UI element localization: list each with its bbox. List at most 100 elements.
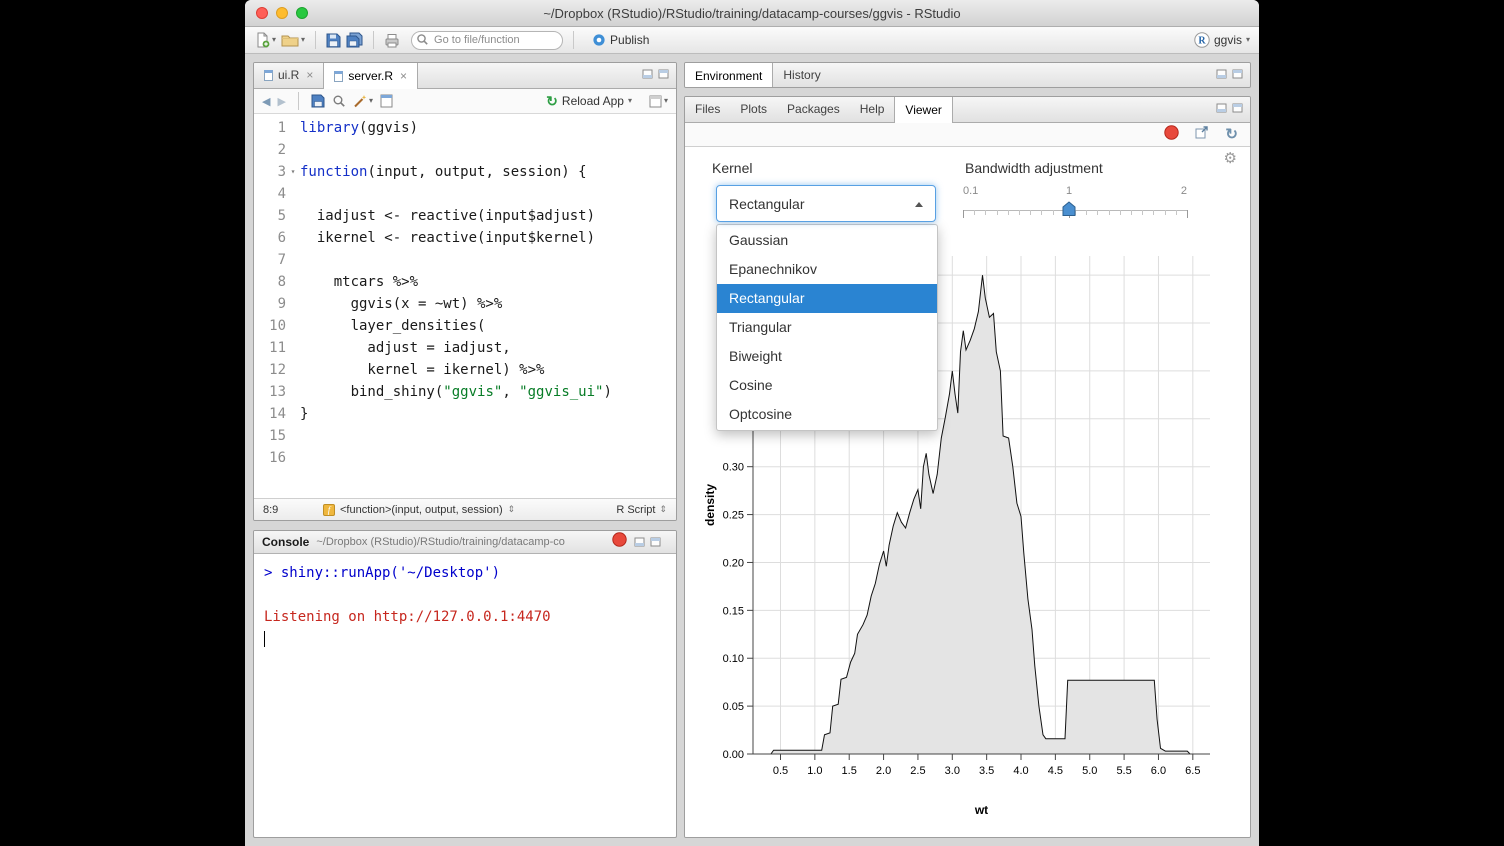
code-line[interactable]: 2: [254, 139, 676, 161]
tab-server.r[interactable]: server.R×: [323, 63, 418, 89]
rstudio-window: ~/Dropbox (RStudio)/RStudio/training/dat…: [245, 0, 1259, 846]
slider-max-label: 2: [1181, 185, 1187, 197]
gear-icon[interactable]: ⚙: [1224, 149, 1237, 167]
code-line[interactable]: 12 kernel = ikernel) %>%: [254, 359, 676, 381]
traffic-lights: [256, 7, 308, 19]
save-all-button[interactable]: [346, 32, 363, 48]
option-triangular[interactable]: Triangular: [717, 313, 937, 342]
code-line[interactable]: 4: [254, 183, 676, 205]
minimize-pane-icon[interactable]: [642, 69, 653, 79]
maximize-pane-icon[interactable]: [650, 537, 661, 547]
tab-files[interactable]: Files: [685, 97, 730, 122]
function-icon: f: [323, 504, 335, 516]
viewer-pane: FilesPlotsPackagesHelpViewer ↻ ⚙ Kernel …: [684, 96, 1251, 838]
code-line[interactable]: 3▾function(input, output, session) {: [254, 161, 676, 183]
option-epanechnikov[interactable]: Epanechnikov: [717, 255, 937, 284]
refresh-icon[interactable]: ↻: [1225, 127, 1238, 142]
chevron-down-icon[interactable]: ▾: [628, 97, 632, 105]
chevron-down-icon: ▾: [664, 97, 668, 105]
search-icon: [332, 94, 346, 108]
tab-help[interactable]: Help: [850, 97, 895, 122]
project-name: ggvis: [1214, 33, 1242, 47]
code-line[interactable]: 16: [254, 447, 676, 469]
option-cosine[interactable]: Cosine: [717, 371, 937, 400]
file-type-selector[interactable]: R Script ⇕: [616, 504, 667, 516]
zoom-window-button[interactable]: [296, 7, 308, 19]
code-tools-button[interactable]: ▾: [353, 94, 373, 108]
publish-button[interactable]: Publish: [592, 33, 649, 47]
code-editor[interactable]: 1library(ggvis)23▾function(input, output…: [254, 114, 676, 498]
kernel-select[interactable]: Rectangular: [716, 185, 936, 222]
fold-gutter: [286, 315, 300, 337]
console-output[interactable]: > shiny::runApp('~/Desktop')Listening on…: [254, 554, 676, 653]
maximize-pane-icon[interactable]: [1232, 69, 1243, 79]
chevron-down-icon[interactable]: ▾: [272, 36, 276, 44]
code-line[interactable]: 10 layer_densities(: [254, 315, 676, 337]
code-line[interactable]: 14}: [254, 403, 676, 425]
console-pane-controls: [634, 537, 668, 547]
tab-plots[interactable]: Plots: [730, 97, 777, 122]
tab-environment[interactable]: Environment: [685, 63, 773, 88]
interrupt-button[interactable]: [612, 532, 627, 552]
source-tabs: ui.R×server.R×: [254, 63, 418, 88]
forward-icon[interactable]: ▶: [277, 95, 285, 108]
code-line[interactable]: 11 adjust = iadjust,: [254, 337, 676, 359]
code-line[interactable]: 9 ggvis(x = ~wt) %>%: [254, 293, 676, 315]
minimize-pane-icon[interactable]: [1216, 103, 1227, 113]
open-in-new-window-button[interactable]: [1195, 126, 1209, 144]
back-icon[interactable]: ◀: [262, 95, 270, 108]
close-tab-icon[interactable]: ×: [400, 64, 407, 89]
find-replace-button[interactable]: [332, 94, 346, 108]
new-file-button[interactable]: ▾: [254, 32, 276, 48]
goto-file-input[interactable]: [411, 31, 563, 50]
project-menu[interactable]: R ggvis ▾: [1194, 32, 1250, 48]
source-menu-button[interactable]: ▾: [649, 95, 668, 108]
minimize-window-button[interactable]: [276, 7, 288, 19]
minimize-pane-icon[interactable]: [1216, 69, 1227, 79]
chevron-down-icon: ▾: [1246, 36, 1250, 44]
stop-app-button[interactable]: [1164, 125, 1179, 145]
chevron-down-icon[interactable]: ▾: [301, 36, 305, 44]
tab-history[interactable]: History: [773, 63, 830, 88]
option-biweight[interactable]: Biweight: [717, 342, 937, 371]
maximize-pane-icon[interactable]: [1232, 103, 1243, 113]
scope-selector[interactable]: f <function>(input, output, session) ⇕: [323, 504, 515, 516]
code-line[interactable]: 7: [254, 249, 676, 271]
tab-packages[interactable]: Packages: [777, 97, 850, 122]
code-line[interactable]: 5 iadjust <- reactive(input$adjust): [254, 205, 676, 227]
minimize-pane-icon[interactable]: [634, 537, 645, 547]
option-rectangular[interactable]: Rectangular: [717, 284, 937, 313]
kernel-label: Kernel: [712, 160, 752, 176]
save-icon[interactable]: [311, 94, 325, 108]
code-line[interactable]: 13 bind_shiny("ggvis", "ggvis_ui"): [254, 381, 676, 403]
code-line[interactable]: 8 mtcars %>%: [254, 271, 676, 293]
bandwidth-slider[interactable]: 0.1 1 2: [963, 183, 1187, 227]
maximize-pane-icon[interactable]: [658, 69, 669, 79]
svg-text:4.0: 4.0: [1013, 765, 1028, 777]
close-window-button[interactable]: [256, 7, 268, 19]
reload-app-button[interactable]: ↻ Reload App ▾: [546, 94, 632, 108]
option-optcosine[interactable]: Optcosine: [717, 400, 937, 429]
compile-report-button[interactable]: [380, 94, 393, 108]
close-tab-icon[interactable]: ×: [306, 63, 313, 88]
main-toolbar: ▾ ▾ Publish R ggvis ▾: [245, 27, 1259, 54]
scope-label: <function>(input, output, session): [340, 504, 503, 516]
code-text: ikernel <- reactive(input$kernel): [300, 227, 595, 249]
option-gaussian[interactable]: Gaussian: [717, 226, 937, 255]
tab-ui.r[interactable]: ui.R×: [254, 63, 323, 88]
code-line[interactable]: 15: [254, 425, 676, 447]
print-button[interactable]: [384, 33, 400, 48]
svg-text:wt: wt: [974, 803, 988, 817]
environment-tabbar: EnvironmentHistory: [685, 63, 1250, 88]
console-tab[interactable]: Console: [262, 535, 309, 549]
svg-text:5.5: 5.5: [1116, 765, 1131, 777]
code-line[interactable]: 6 ikernel <- reactive(input$kernel): [254, 227, 676, 249]
code-line[interactable]: 1library(ggvis): [254, 117, 676, 139]
svg-text:R: R: [1198, 36, 1206, 47]
fold-icon[interactable]: ▾: [286, 161, 300, 183]
slider-handle[interactable]: [1062, 201, 1076, 222]
save-button[interactable]: [326, 33, 341, 48]
open-file-button[interactable]: ▾: [281, 32, 305, 48]
tab-viewer[interactable]: Viewer: [894, 97, 952, 123]
svg-text:0.15: 0.15: [723, 605, 744, 617]
